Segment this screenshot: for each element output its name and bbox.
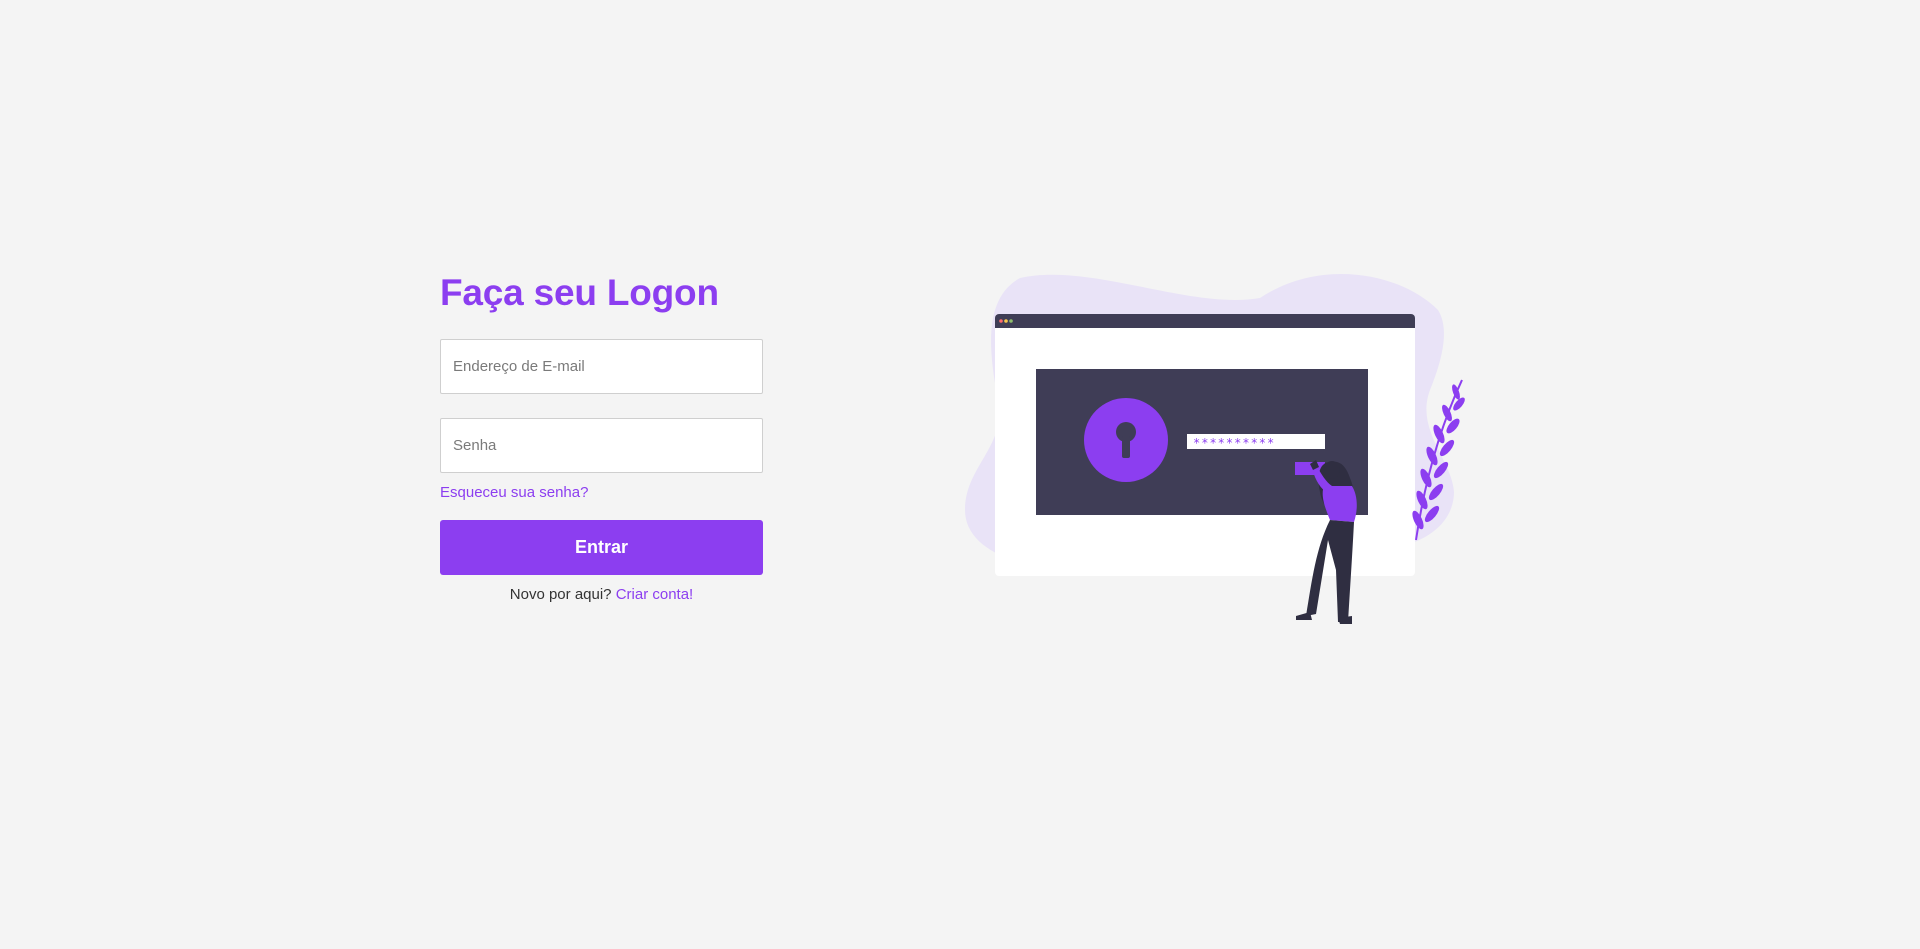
forgot-password-link[interactable]: Esqueceu sua senha? bbox=[440, 484, 588, 502]
email-field[interactable] bbox=[440, 339, 763, 394]
password-field[interactable] bbox=[440, 418, 763, 473]
signup-prompt: Novo por aqui? bbox=[509, 586, 612, 603]
window-dot-yellow bbox=[1004, 319, 1008, 323]
window-dot-green bbox=[1009, 319, 1013, 323]
window-dot-red bbox=[999, 319, 1003, 323]
login-form: Faça seu Logon Esqueceu sua senha? Entra… bbox=[440, 268, 763, 604]
browser-titlebar bbox=[995, 314, 1415, 328]
login-page: Faça seu Logon Esqueceu sua senha? Entra… bbox=[0, 0, 1920, 949]
login-button[interactable]: Entrar bbox=[440, 520, 763, 575]
page-title: Faça seu Logon bbox=[440, 272, 719, 313]
create-account-link[interactable]: Criar conta! bbox=[616, 586, 694, 603]
security-login-illustration: ********** bbox=[965, 273, 1465, 624]
illustration-password-mask: ********** bbox=[1193, 436, 1275, 450]
signup-line: Novo por aqui? Criar conta! bbox=[440, 586, 763, 604]
